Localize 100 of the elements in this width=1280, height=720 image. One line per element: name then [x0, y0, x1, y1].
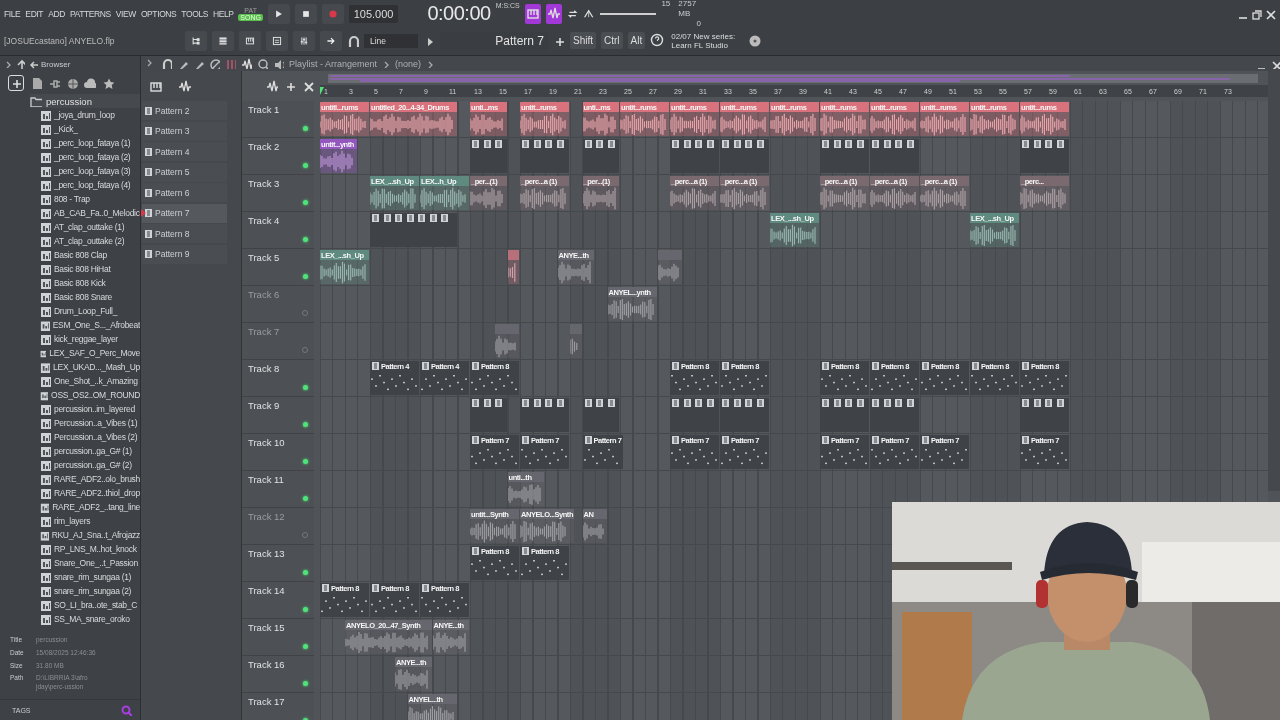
- pattern-clip[interactable]: [370, 213, 457, 247]
- all-sources-button[interactable]: [8, 75, 24, 91]
- close-icon[interactable]: [1264, 7, 1276, 20]
- track-mute-indicator[interactable]: [303, 163, 308, 168]
- snap-dropdown[interactable]: Line: [364, 33, 418, 48]
- track-mute-indicator[interactable]: [303, 570, 308, 575]
- pattern-clip[interactable]: [1020, 398, 1069, 432]
- folder-icon[interactable]: [30, 95, 42, 107]
- file-name[interactable]: Basic 808 Snare: [54, 292, 112, 302]
- arrow-button[interactable]: [320, 30, 342, 51]
- pattern-clip[interactable]: [470, 139, 507, 173]
- pattern-item[interactable]: Pattern 4: [142, 142, 227, 161]
- pattern-clip[interactable]: [870, 398, 919, 432]
- mixer-button[interactable]: [293, 30, 315, 51]
- menu-item[interactable]: VIEW: [115, 8, 136, 19]
- pattern-clip[interactable]: [670, 139, 719, 173]
- track-mute-indicator[interactable]: [303, 644, 308, 649]
- close-icon[interactable]: [302, 80, 314, 92]
- track-mute-indicator[interactable]: [303, 237, 308, 242]
- pattern-clip[interactable]: [582, 139, 619, 173]
- file-name[interactable]: _perc_loop_fataya (3): [54, 166, 131, 176]
- file-name[interactable]: LEX_UKAD..._Mash_Up: [53, 362, 140, 372]
- menu-item[interactable]: OPTIONS: [140, 8, 177, 19]
- file-name[interactable]: AT_clap_outtake (2): [54, 236, 125, 246]
- back-icon[interactable]: [28, 59, 38, 69]
- track-mute-indicator[interactable]: [303, 681, 308, 686]
- file-name[interactable]: _perc_loop_fataya (1): [54, 138, 131, 148]
- file-name[interactable]: Percussion..a_Vibes (1): [54, 418, 138, 428]
- stop-button[interactable]: [294, 3, 317, 24]
- file-name[interactable]: percussion..im_layered: [54, 404, 135, 414]
- file-name[interactable]: OSS_OS2..OM_ROUND: [51, 390, 140, 400]
- audio-clip[interactable]: [507, 250, 519, 284]
- track-mute-indicator[interactable]: [303, 385, 308, 390]
- pattern-item[interactable]: Pattern 7: [142, 203, 227, 223]
- modifier-key[interactable]: Alt: [627, 32, 646, 49]
- document-icon[interactable]: [30, 77, 42, 89]
- file-name[interactable]: AT_clap_outtake (1): [54, 222, 125, 232]
- file-name[interactable]: SO_LI_bra..ote_stab_C: [54, 600, 137, 610]
- pattern-item[interactable]: Pattern 6: [142, 183, 227, 202]
- pattern-item[interactable]: Pattern 2: [142, 101, 227, 120]
- file-name[interactable]: percussion..ga_G# (2): [54, 460, 132, 470]
- menu-item[interactable]: HELP: [213, 8, 234, 19]
- expand-icon[interactable]: [4, 60, 12, 68]
- arrangement-selector[interactable]: (none): [395, 58, 422, 69]
- list-button[interactable]: [266, 30, 288, 51]
- zoom-icon[interactable]: [257, 58, 268, 69]
- track-mute-indicator[interactable]: [303, 607, 308, 612]
- toggle-button[interactable]: [524, 3, 541, 24]
- file-name[interactable]: Basic 808 Clap: [54, 250, 107, 260]
- file-name[interactable]: Basic 808 Kick: [54, 278, 106, 288]
- pattern-clip[interactable]: [720, 398, 769, 432]
- restore-icon[interactable]: [1250, 7, 1262, 20]
- star-icon[interactable]: [102, 77, 114, 89]
- pattern-clip[interactable]: [1020, 139, 1069, 173]
- track-mute-indicator[interactable]: [303, 422, 308, 427]
- audio-clip[interactable]: [495, 324, 519, 358]
- play-button[interactable]: [267, 3, 290, 24]
- pattern-clip[interactable]: [820, 139, 869, 173]
- file-name[interactable]: Basic 808 HiHat: [54, 264, 111, 274]
- tempo-field[interactable]: 105.000: [348, 4, 399, 23]
- pattern-clip[interactable]: [670, 398, 719, 432]
- pattern-item[interactable]: Pattern 3: [142, 121, 227, 141]
- file-name[interactable]: Drum_Loop_Full_: [54, 306, 118, 316]
- file-name[interactable]: One_Shot_..k_Amazing: [54, 376, 138, 386]
- file-name[interactable]: RARE_ADF2..olo_brush: [53, 474, 140, 484]
- audio-clip[interactable]: [570, 324, 582, 358]
- magnet-icon[interactable]: [347, 34, 359, 47]
- chevron-icon[interactable]: [382, 59, 391, 68]
- pattern-clip[interactable]: [470, 398, 507, 432]
- speaker-icon[interactable]: [273, 58, 284, 69]
- master-volume-line[interactable]: [599, 12, 657, 15]
- file-name[interactable]: percussion..ga_G# (1): [54, 446, 132, 456]
- tree-button[interactable]: [185, 30, 207, 51]
- magnet-icon[interactable]: [161, 58, 172, 69]
- pattern-clip[interactable]: [520, 139, 569, 173]
- rows-button[interactable]: [212, 30, 234, 51]
- piano-icon[interactable]: [149, 79, 162, 93]
- plus-icon[interactable]: [284, 80, 296, 92]
- file-name[interactable]: _perc_loop_fataya (4): [54, 180, 131, 190]
- overview-scrollbar[interactable]: [328, 71, 1258, 85]
- file-name[interactable]: RARE_ADF2_..tang_line: [52, 502, 140, 512]
- playhead-marker-icon[interactable]: [320, 87, 324, 95]
- file-name[interactable]: _Kick_: [54, 124, 78, 134]
- pattern-clip[interactable]: [870, 139, 919, 173]
- close-icon[interactable]: [1270, 58, 1280, 69]
- wave-icon[interactable]: [266, 80, 278, 92]
- wave-icon[interactable]: [178, 79, 191, 93]
- file-name[interactable]: ESM_One_S..._Afrobeat: [52, 320, 140, 330]
- file-name[interactable]: rim_layers: [54, 516, 91, 526]
- chevron-icon[interactable]: [426, 59, 435, 68]
- pattern-clip[interactable]: [720, 139, 769, 173]
- file-name[interactable]: Snare_One_..t_Passion: [54, 558, 138, 568]
- file-name[interactable]: Percussion..a_Vibes (2): [54, 432, 138, 442]
- pattern-clip[interactable]: [520, 398, 569, 432]
- file-name[interactable]: snare_rim_sungaa (2): [54, 586, 132, 596]
- file-name[interactable]: _perc_loop_fataya (2): [54, 152, 131, 162]
- toggle-button[interactable]: [545, 3, 563, 24]
- track-mute-indicator[interactable]: [303, 496, 308, 501]
- menu-item[interactable]: PATTERNS: [69, 8, 111, 19]
- menu-item[interactable]: FILE: [4, 8, 21, 19]
